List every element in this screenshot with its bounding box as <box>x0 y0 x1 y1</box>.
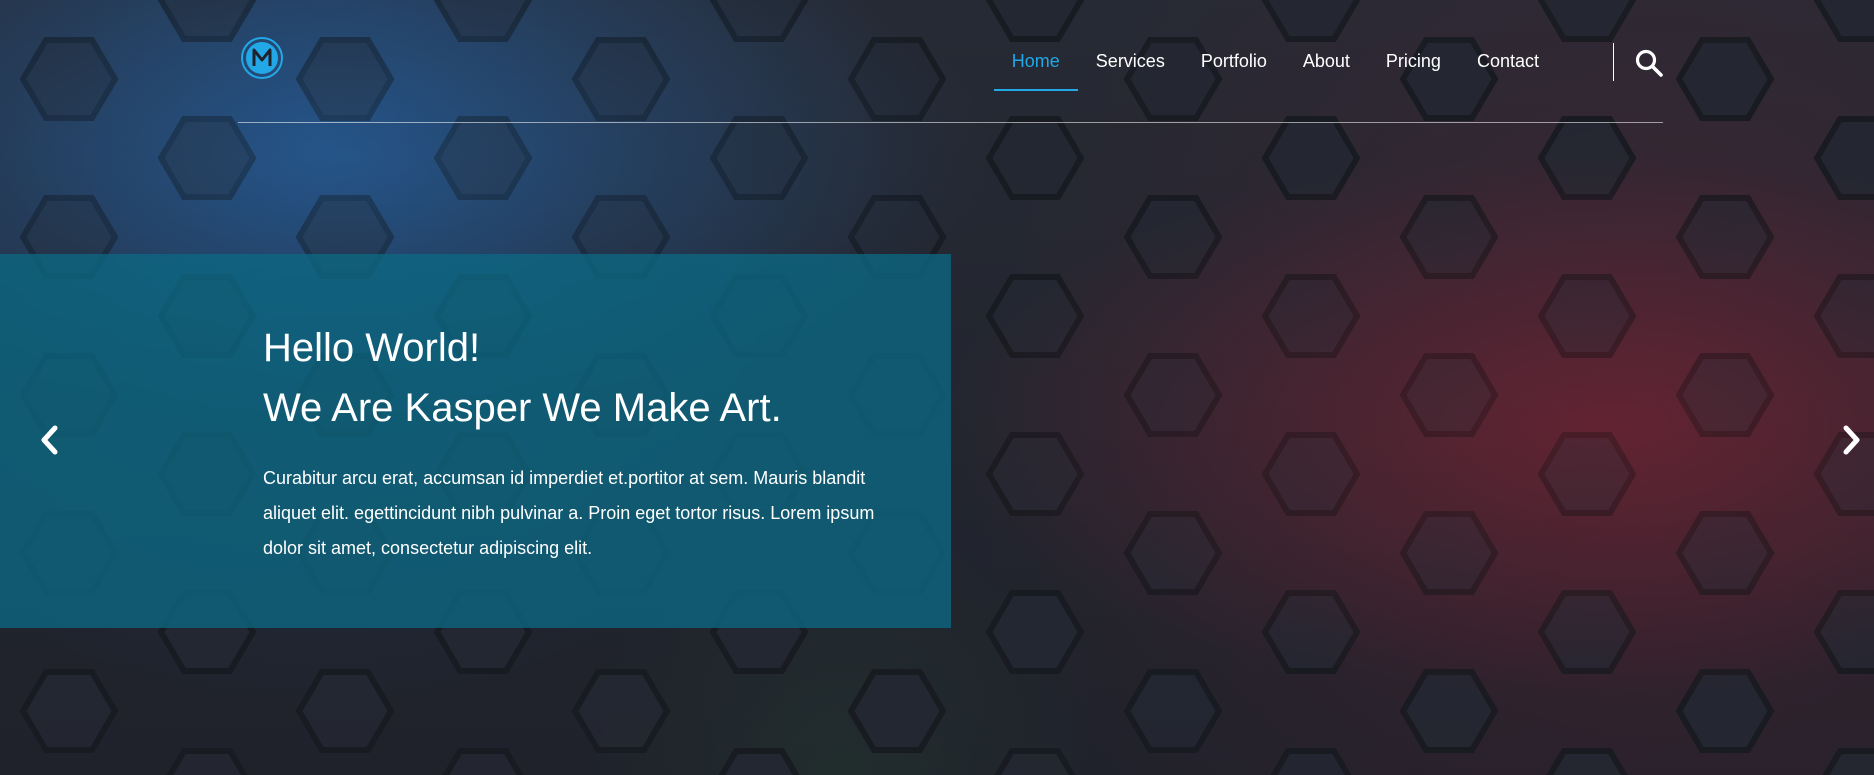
chevron-right-icon[interactable] <box>1840 422 1864 458</box>
search-icon[interactable] <box>1634 48 1664 78</box>
nav-about[interactable]: About <box>1285 0 1368 122</box>
hero-section: Home Services Portfolio About Pricing Co… <box>0 0 1874 775</box>
main-nav: Home Services Portfolio About Pricing Co… <box>993 0 1557 122</box>
site-header: Home Services Portfolio About Pricing Co… <box>238 0 1663 123</box>
chevron-left-icon[interactable] <box>37 422 61 458</box>
nav-services[interactable]: Services <box>1078 0 1183 122</box>
hero-text-panel <box>0 254 951 628</box>
nav-portfolio[interactable]: Portfolio <box>1183 0 1285 122</box>
m-logo-icon[interactable] <box>240 36 284 80</box>
hero-description: Curabitur arcu erat, accumsan id imperdi… <box>263 468 875 558</box>
nav-divider <box>1613 43 1614 81</box>
hero-title-line2: We Are Kasper We Make Art. <box>263 386 782 430</box>
nav-pricing[interactable]: Pricing <box>1368 0 1459 122</box>
nav-home[interactable]: Home <box>993 0 1078 122</box>
nav-contact[interactable]: Contact <box>1459 0 1557 122</box>
hero-title-line1: Hello World! <box>263 326 481 370</box>
hero-title: Hello World! We Are Kasper We Make Art. <box>263 318 782 438</box>
